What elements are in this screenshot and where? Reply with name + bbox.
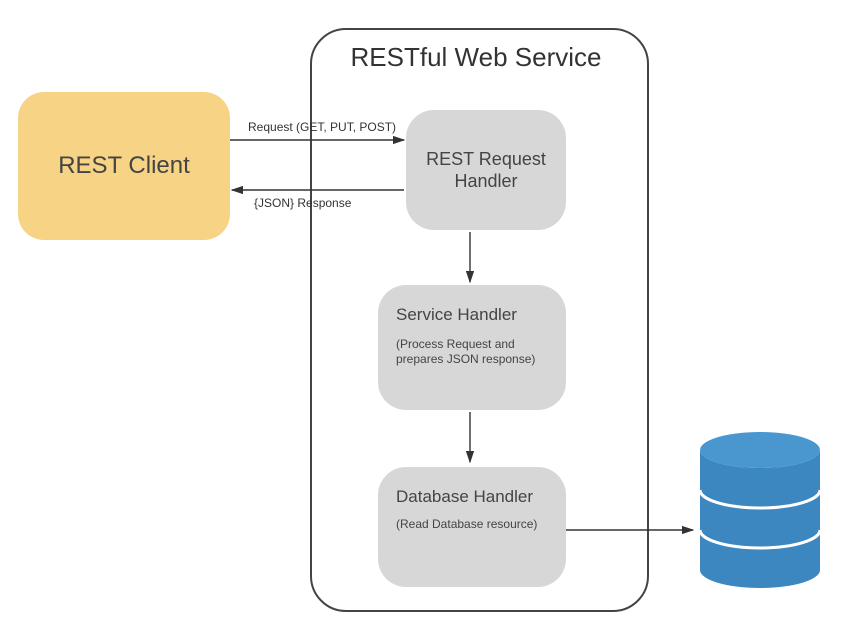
edge-label-response: {JSON} Response (254, 196, 351, 210)
rest-request-handler-node: REST Request Handler (406, 110, 566, 230)
restful-web-service-title: RESTful Web Service (316, 42, 636, 73)
database-icon (695, 430, 825, 590)
database-handler-sublabel: (Read Database resource) (396, 517, 548, 532)
database-handler-node: Database Handler (Read Database resource… (378, 467, 566, 587)
rest-client-node: REST Client (18, 92, 230, 240)
service-handler-label: Service Handler (396, 299, 548, 325)
service-handler-sublabel: (Process Request and prepares JSON respo… (396, 337, 548, 367)
rest-client-label: REST Client (58, 152, 190, 180)
edge-label-request: Request (GET, PUT, POST) (248, 120, 396, 134)
service-handler-node: Service Handler (Process Request and pre… (378, 285, 566, 410)
rest-request-handler-label: REST Request Handler (424, 148, 548, 193)
architecture-diagram: REST Client RESTful Web Service REST Req… (0, 0, 850, 638)
database-handler-label: Database Handler (396, 481, 548, 507)
